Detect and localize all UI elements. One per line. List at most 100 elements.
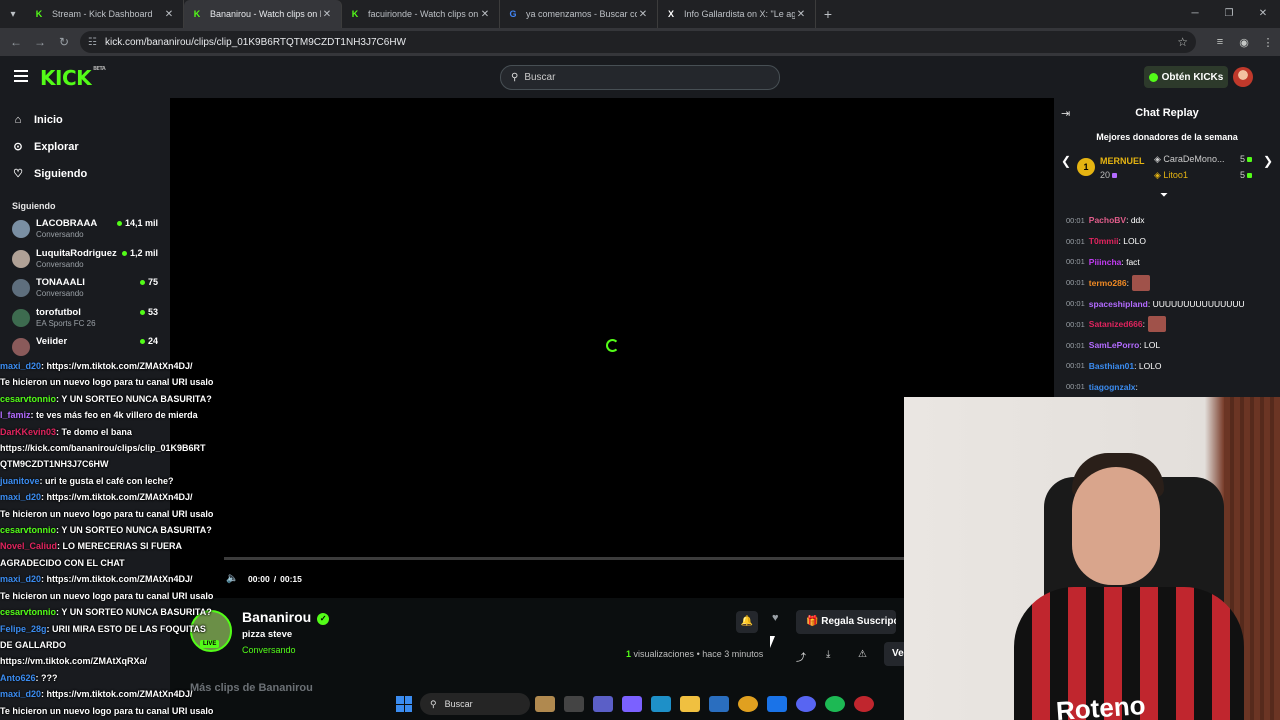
forward-icon[interactable]: → (28, 35, 52, 49)
browser-tab[interactable]: Gya comenzamos - Buscar con G✕ (500, 0, 658, 28)
browser-tab[interactable]: Kfacuirionde - Watch clips on Ki ✕ (342, 0, 500, 28)
overlay-chat-line: Te hicieron un nuevo logo para tu canal … (0, 705, 214, 716)
tab-search-icon[interactable]: ▾ (0, 0, 26, 28)
sidebar-item-explorar[interactable]: ⊙ Explorar (0, 133, 170, 160)
overlay-chat-line: cesarvtonnio: Y UN SORTEO NUNCA BASURITA… (0, 607, 212, 618)
chrome-menu-icon[interactable]: ⋮ (1256, 36, 1280, 49)
file-explorer-icon[interactable] (679, 696, 700, 712)
gift-icon: 🎁 (806, 616, 822, 627)
close-tab-icon[interactable]: ✕ (637, 9, 649, 20)
teams-icon[interactable] (592, 696, 613, 712)
gift-subscription-button[interactable]: 🎁 Regala Suscripc (796, 610, 896, 634)
chat-message: 00:01 spaceshipland: UUUUUUUUUUUUUUU (1066, 298, 1245, 309)
browser-tab[interactable]: X Info Gallardista on X: "Le agra ✕ (658, 0, 816, 28)
site-info-icon[interactable]: ☷ (88, 37, 97, 48)
sidebar-item-siguiendo[interactable]: ♡ Siguiendo (0, 160, 170, 187)
overlay-chat: maxi_d20: https://vm.tiktok.com/ZMAtXn4D… (0, 358, 240, 720)
spotify-icon[interactable] (824, 696, 845, 712)
media-control-icon[interactable]: ≡ (1208, 36, 1232, 48)
webcam-overlay: Roteno (904, 397, 1280, 720)
widgets-icon[interactable] (534, 696, 555, 712)
chat-username[interactable]: Piiincha (1089, 257, 1122, 267)
browser-tab[interactable]: K Stream - Kick Dashboard ✕ (26, 0, 184, 28)
close-tab-icon[interactable]: ✕ (321, 9, 333, 20)
view-button[interactable]: Ve (884, 642, 904, 666)
following-channel[interactable]: LACOBRAAA Conversando 14,1 mil (0, 215, 170, 245)
live-dot-icon (139, 339, 145, 345)
google-icon: G (509, 9, 517, 19)
chat-sort-icon[interactable]: ⏷ (1160, 190, 1168, 201)
following-channel[interactable]: LuquitaRodriguez Conversando 1,2 mil (0, 245, 170, 275)
overlay-chat-line: Novel_Caliud: LO MERECERIAS SI FUERA (0, 541, 183, 552)
kick-header: KICK BETA ⚲ Buscar Obtén KICKs (0, 56, 1280, 98)
back-icon[interactable]: ← (4, 35, 28, 49)
following-channel[interactable]: TONAAALI Conversando 75 (0, 274, 170, 304)
store-icon[interactable] (708, 696, 729, 712)
chat-username[interactable]: Basthian01 (1089, 361, 1134, 371)
viewer-count: 1,2 mil (121, 248, 158, 258)
kick-icon: K (351, 9, 359, 19)
reload-icon[interactable]: ↻ (52, 35, 76, 49)
close-tab-icon[interactable]: ✕ (163, 9, 175, 20)
verified-icon: ✓ (317, 613, 330, 625)
chat-message: 00:01 Basthian01: LOLO (1066, 360, 1162, 371)
chat-username[interactable]: termo286 (1089, 278, 1127, 288)
bookmark-star-icon[interactable]: ☆ (1177, 35, 1188, 49)
chrome-icon[interactable] (737, 696, 758, 712)
viewer-count: 24 (139, 336, 158, 346)
profile-icon[interactable]: ◉ (1232, 36, 1256, 49)
task-view-icon[interactable] (563, 696, 584, 712)
follow-heart-icon[interactable]: ♥ (772, 612, 779, 624)
chat-username[interactable]: Satanized666 (1089, 319, 1143, 329)
outlook-icon[interactable] (766, 696, 787, 712)
report-icon[interactable]: ⚠ (858, 649, 867, 660)
notification-bell-icon[interactable]: 🔔 (736, 611, 758, 633)
following-channel[interactable]: torofutbol EA Sports FC 26 53 (0, 304, 170, 334)
search-input[interactable]: ⚲ Buscar (500, 65, 780, 90)
viewer-count: 14,1 mil (116, 218, 158, 228)
overlay-chat-line: cesarvtonnio: Y UN SORTEO NUNCA BASURITA… (0, 393, 212, 404)
close-window-icon[interactable]: ✕ (1246, 0, 1280, 28)
live-dot-icon (139, 309, 145, 315)
chat-username[interactable]: tiagognzalx (1089, 382, 1136, 392)
chat-username[interactable]: T0mmii (1089, 236, 1119, 246)
overlay-chat-line: maxi_d20: https://vm.tiktok.com/ZMAtXn4D… (0, 574, 193, 585)
user-avatar[interactable] (1233, 67, 1253, 87)
overlay-chat-line: Te hicieron un nuevo logo para tu canal … (0, 590, 214, 601)
live-dot-icon (116, 221, 122, 227)
kicks-coin-icon (1148, 72, 1158, 82)
streamer-name[interactable]: Bananirou ✓ (242, 609, 330, 625)
chevron-right-icon[interactable]: ❯ (1263, 154, 1273, 168)
following-title: Siguiendo (12, 201, 56, 211)
chevron-left-icon[interactable]: ❮ (1061, 154, 1071, 168)
maximize-icon[interactable]: ❐ (1212, 0, 1246, 28)
url-field[interactable]: ☷ kick.com/bananirou/clips/clip_01K9B6RT… (80, 31, 1196, 53)
get-kicks-button[interactable]: Obtén KICKs (1144, 66, 1228, 88)
minimize-icon[interactable]: ─ (1178, 0, 1212, 28)
new-tab-button[interactable]: + (816, 6, 840, 22)
kick-logo[interactable]: KICK BETA (40, 66, 106, 90)
sidebar-item-inicio[interactable]: ⌂ Inicio (0, 106, 170, 133)
share-icon[interactable]: ⤴ (796, 649, 806, 664)
x-icon: X (667, 9, 674, 19)
obs-icon[interactable] (853, 696, 874, 712)
edge-icon[interactable] (650, 696, 671, 712)
close-tab-icon[interactable]: ✕ (479, 9, 491, 20)
taskbar-search[interactable]: ⚲ Buscar (420, 693, 530, 715)
windows-start-icon[interactable] (396, 696, 412, 712)
browser-tab[interactable]: KBananirou - Watch clips on Kick✕ (184, 0, 342, 28)
copilot-icon[interactable] (621, 696, 642, 712)
overlay-chat-line: juanitove: uri te gusta el café con lech… (0, 475, 174, 486)
chat-username[interactable]: spaceshipland (1089, 299, 1148, 309)
download-icon[interactable]: ⤓ (826, 649, 830, 660)
discord-icon[interactable] (795, 696, 816, 712)
close-tab-icon[interactable]: ✕ (795, 9, 807, 20)
emote-icon (1148, 316, 1167, 333)
views-info: 1 visualizaciones • hace 3 minutos (626, 649, 764, 659)
chat-username[interactable]: SamLePorro (1089, 340, 1140, 350)
chat-username[interactable]: PachoBV (1089, 215, 1126, 225)
clip-category[interactable]: Conversando (242, 645, 296, 655)
overlay-chat-line: maxi_d20: https://vm.tiktok.com/ZMAtXn4D… (0, 492, 193, 503)
menu-icon[interactable] (14, 70, 28, 82)
overlay-chat-line: DarKKevin03: Te domo el bana (0, 426, 132, 437)
